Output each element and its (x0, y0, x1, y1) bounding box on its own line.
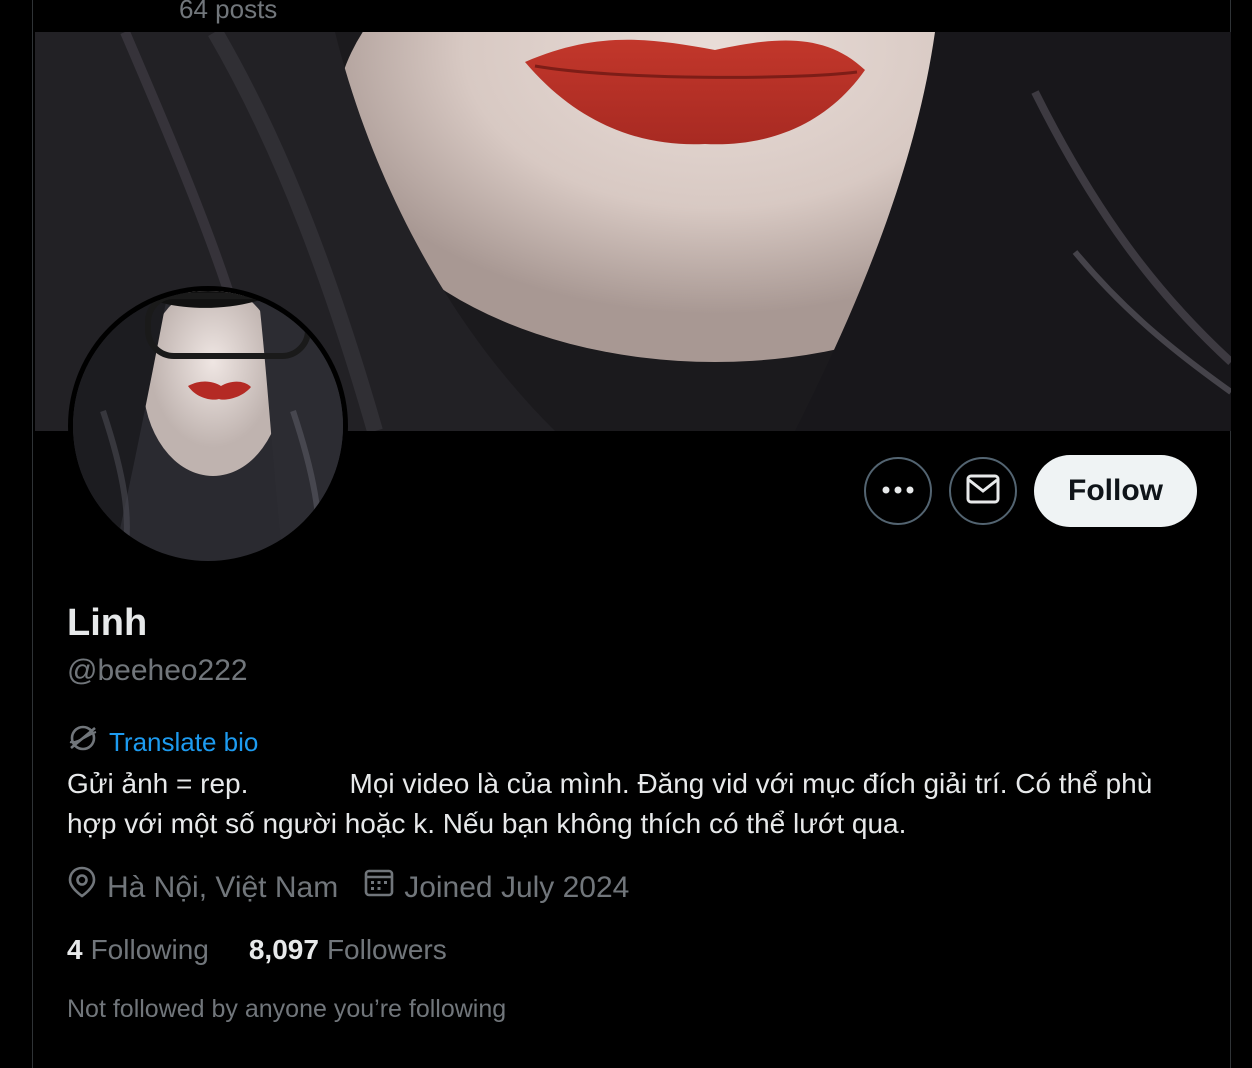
profile-avatar[interactable] (68, 286, 348, 566)
following-count: 4 (67, 934, 83, 965)
translate-globe-icon (67, 722, 99, 762)
follow-stats: 4 Following 8,097 Followers (67, 930, 447, 970)
user-handle: @beeheo222 (67, 654, 248, 687)
location-item: Hà Nội, Việt Nam (67, 866, 338, 909)
follow-button[interactable]: Follow (1034, 455, 1197, 527)
followers-link[interactable]: 8,097 Followers (249, 930, 447, 970)
joined-item: Joined July 2024 (364, 867, 629, 908)
following-link[interactable]: 4 Following (67, 930, 209, 970)
profile-meta: Hà Nội, Việt Nam Joined July 2024 (67, 866, 629, 909)
joined-date-text: Joined July 2024 (404, 870, 630, 904)
location-pin-icon (67, 866, 97, 909)
more-horizontal-icon (881, 482, 915, 500)
display-name: Linh (67, 602, 148, 644)
translate-bio-label: Translate bio (109, 727, 259, 757)
mutual-followers-text: Not followed by anyone you’re following (67, 995, 507, 1023)
more-button[interactable] (864, 457, 933, 525)
followers-count: 8,097 (248, 934, 319, 965)
profile-column: 64 posts Follow Linh @beeheo222 Translat… (32, 0, 1231, 1068)
calendar-icon (364, 867, 394, 908)
location-text: Hà Nội, Việt Nam (107, 870, 339, 904)
message-button[interactable] (949, 457, 1018, 525)
profile-bio: Gửi ảnh = rep. Mọi video là của mình. Đă… (67, 768, 1161, 839)
posts-count: 64 posts (179, 0, 278, 24)
profile-actions: Follow (864, 455, 1197, 527)
followers-label: Followers (326, 934, 447, 965)
following-label: Following (90, 934, 209, 965)
envelope-icon (966, 474, 1000, 509)
translate-bio-link[interactable]: Translate bio (67, 722, 258, 762)
